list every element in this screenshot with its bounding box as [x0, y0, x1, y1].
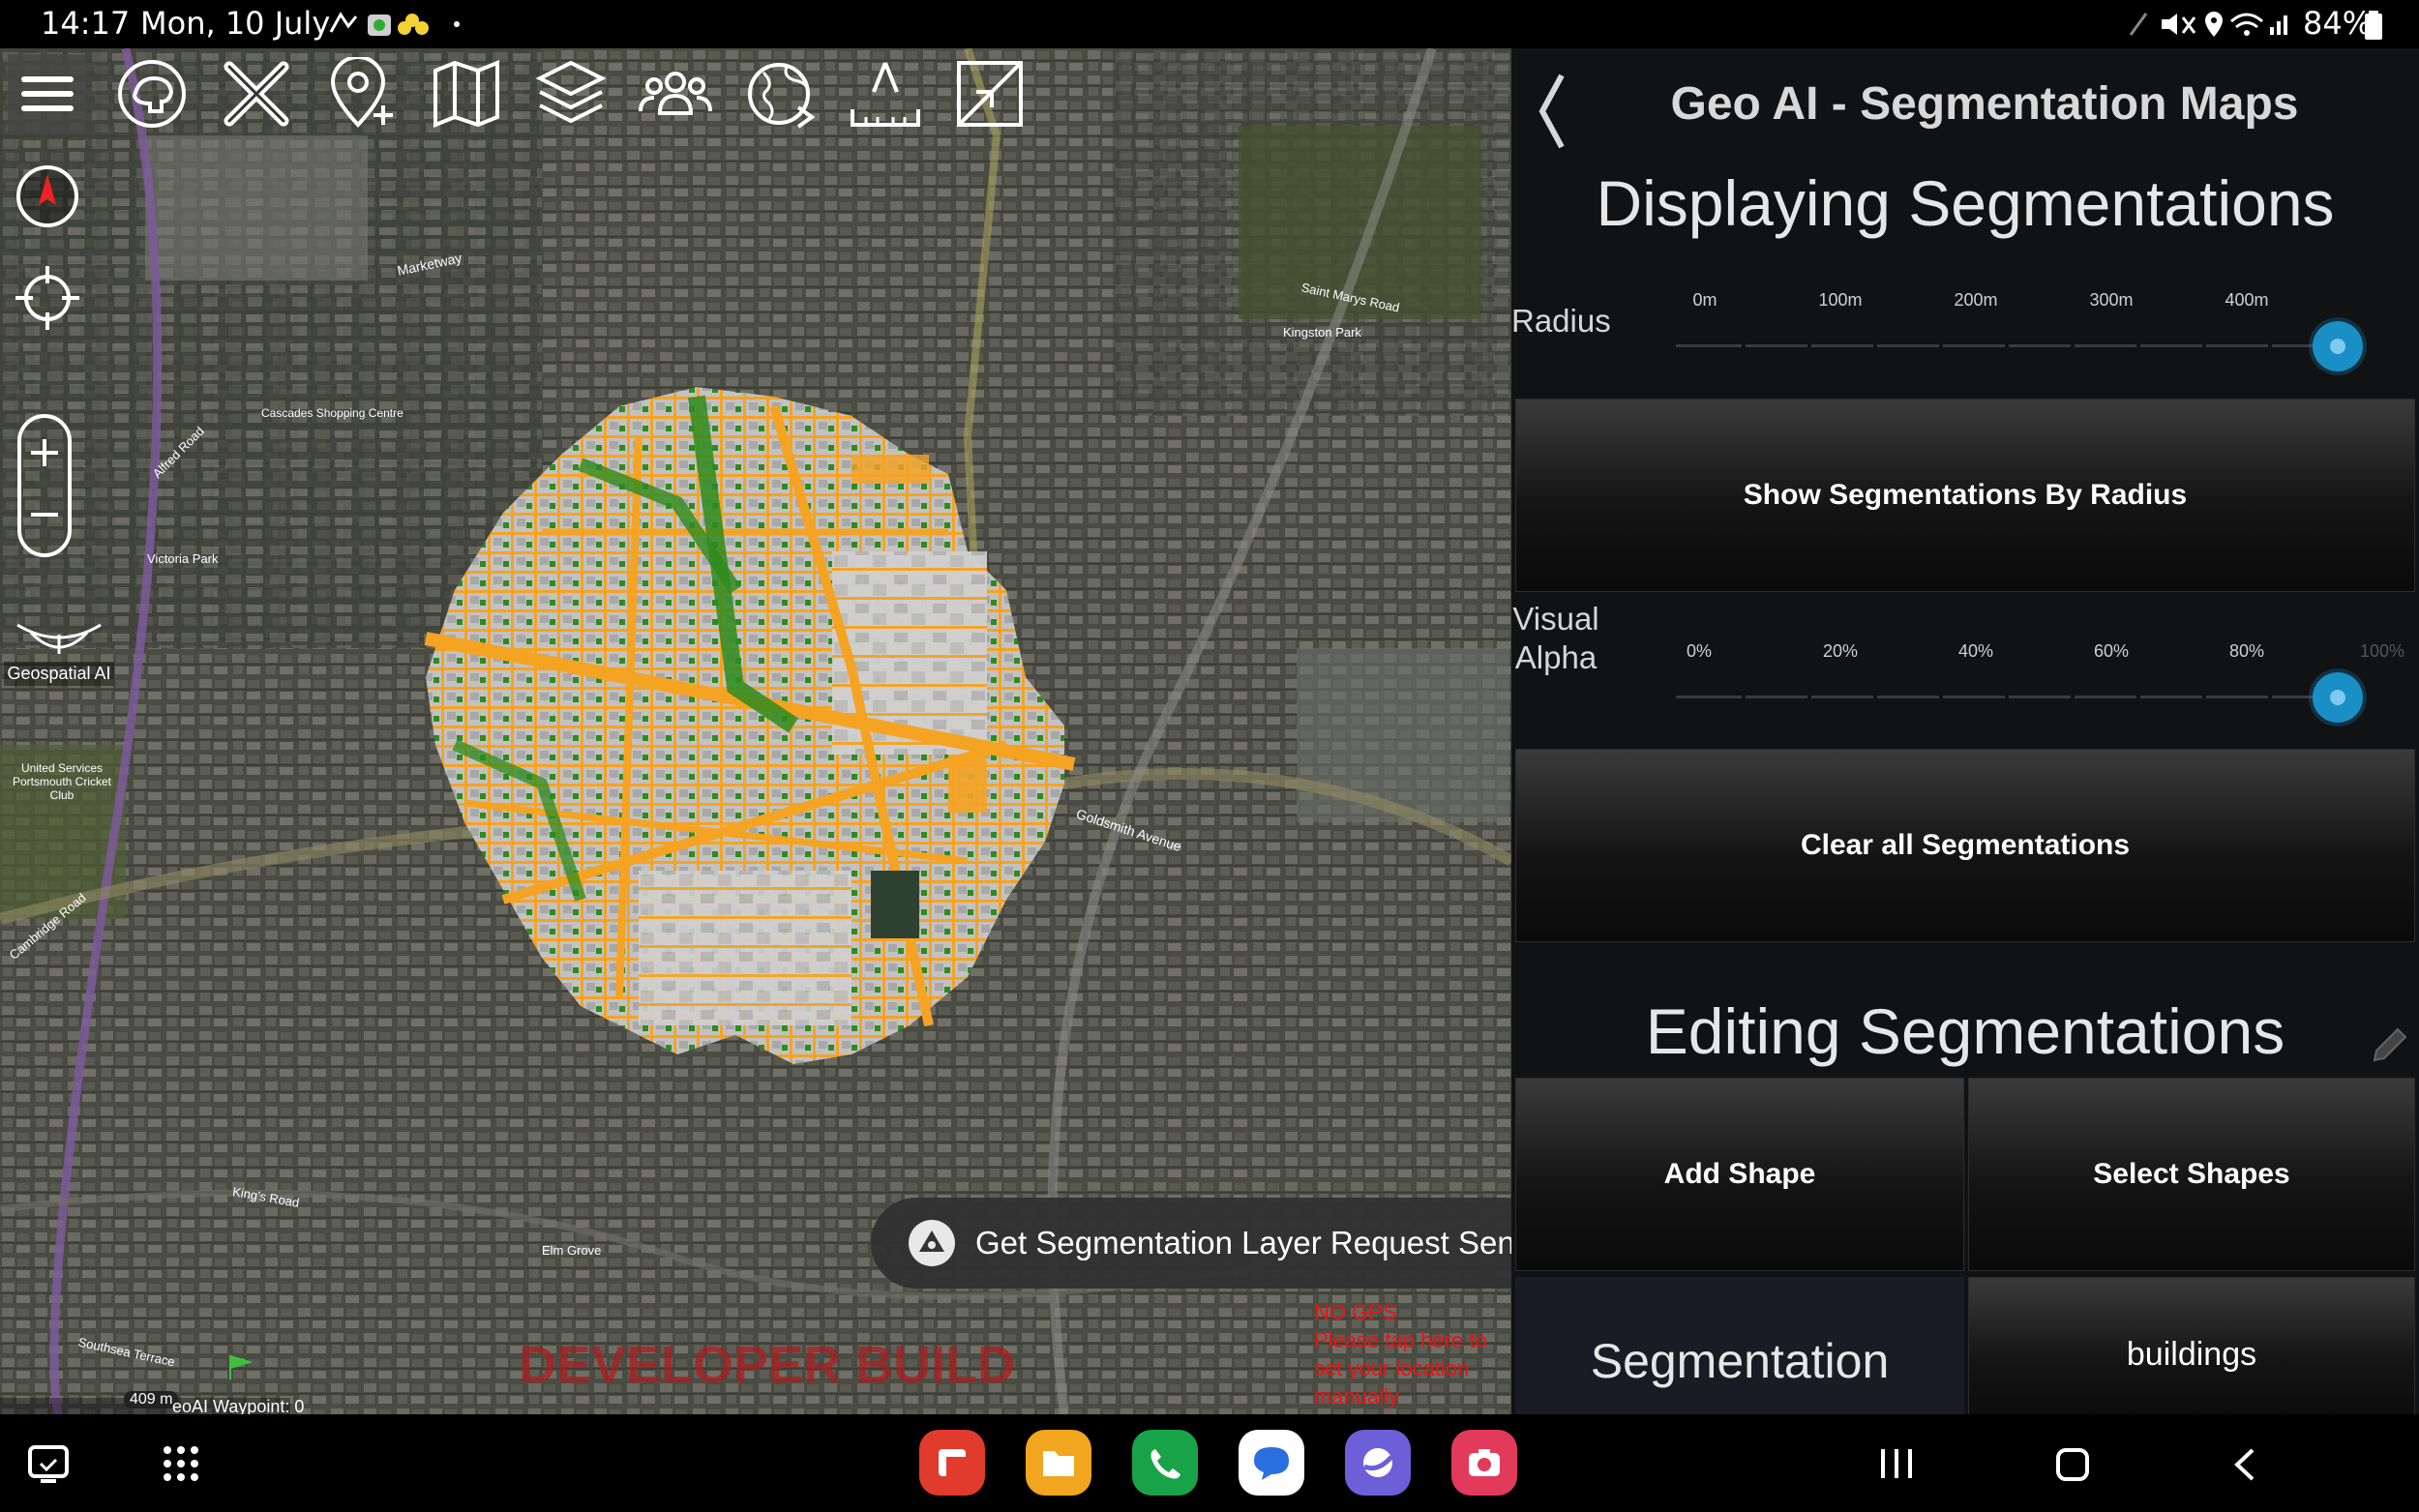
- alpha-slider[interactable]: 0% 20% 40% 60% 80% 100%: [1676, 641, 2419, 723]
- place-label: Cascades Shopping Centre: [261, 406, 403, 420]
- browser-app-icon[interactable]: [1345, 1430, 1411, 1496]
- clock: 14:17: [41, 5, 131, 42]
- camera-app-icon[interactable]: [1451, 1430, 1517, 1496]
- files-app-icon[interactable]: [1026, 1430, 1091, 1496]
- no-gps-line: Please tap here to: [1314, 1328, 1487, 1352]
- waypoint-label: eoAI Waypoint: 0: [172, 1397, 305, 1414]
- messages-app-icon[interactable]: [1239, 1430, 1304, 1496]
- alpha-tick: 40%: [1957, 641, 1994, 661]
- segmentation-class-dropdown[interactable]: buildings: [1968, 1277, 2415, 1414]
- battery-percent: 84%: [2303, 5, 2373, 42]
- notification-icons: [329, 12, 460, 36]
- place-label: United Services Portsmouth Cricket Club: [12, 761, 112, 802]
- no-gps-line: set your location: [1314, 1356, 1470, 1380]
- radius-tick: 300m: [2089, 290, 2134, 310]
- group-icon[interactable]: [636, 54, 715, 133]
- alpha-slider-thumb[interactable]: [2313, 672, 2363, 723]
- segmentation-class-label-box: Segmentation: [1515, 1277, 1964, 1414]
- app-toast-icon: [909, 1220, 955, 1266]
- segmentation-panel: Geo AI - Segmentation Maps Displaying Se…: [1511, 48, 2419, 1414]
- battery-icon: [2365, 11, 2382, 40]
- radius-tick: 100m: [1818, 290, 1863, 310]
- flipboard-app-icon[interactable]: [919, 1430, 985, 1496]
- add-shape-button[interactable]: Add Shape: [1515, 1078, 1964, 1271]
- ruler-icon[interactable]: [846, 54, 925, 133]
- place-label: Kingston Park: [1283, 325, 1361, 340]
- alpha-tick: 0%: [1686, 641, 1713, 661]
- zoom-in-icon[interactable]: [21, 418, 68, 486]
- date: Mon, 10 July: [140, 5, 331, 42]
- map-icon[interactable]: [427, 54, 506, 133]
- alpha-tick: 20%: [1822, 641, 1859, 661]
- alpha-tick: 60%: [2093, 641, 2130, 661]
- panel-header-title: Geo AI - Segmentation Maps: [1670, 78, 2299, 130]
- radius-slider[interactable]: 0m 100m 200m 300m 400m: [1676, 290, 2419, 371]
- radius-tick: 200m: [1954, 290, 1998, 310]
- zoom-out-icon[interactable]: [21, 488, 68, 555]
- recents-button-icon[interactable]: [1877, 1447, 1916, 1480]
- phone-app-icon[interactable]: [1132, 1430, 1198, 1496]
- select-shapes-button[interactable]: Select Shapes: [1968, 1078, 2415, 1271]
- flag-icon: [229, 1354, 254, 1379]
- segmentation-label: Segmentation: [1590, 1334, 1890, 1388]
- resize-icon[interactable]: [950, 54, 1030, 133]
- scale-label: 409 m: [124, 1391, 179, 1408]
- toast-text: Get Segmentation Layer Request Sent: [975, 1225, 1524, 1260]
- home-button-icon[interactable]: [2055, 1447, 2090, 1482]
- radius-label: Radius: [1511, 303, 1611, 339]
- alpha-tick: 80%: [2228, 641, 2265, 661]
- back-button-icon[interactable]: [2231, 1446, 2258, 1483]
- alpha-label-line1: Visual: [1512, 601, 1599, 637]
- compass-icon[interactable]: [14, 163, 81, 230]
- developer-build-watermark: DEVELOPER BUILD: [519, 1336, 1016, 1394]
- radius-slider-thumb[interactable]: [2313, 321, 2363, 371]
- clear-segmentations-button[interactable]: Clear all Segmentations: [1515, 749, 2415, 942]
- my-location-icon[interactable]: [14, 264, 81, 332]
- recent-apps-panel-icon[interactable]: [27, 1444, 70, 1483]
- brain-icon[interactable]: [112, 54, 192, 133]
- no-gps-line: manually: [1314, 1384, 1400, 1408]
- no-gps-notice[interactable]: NO GPS Please tap here to set your locat…: [1314, 1298, 1508, 1410]
- editing-section-title: Editing Segmentations: [1645, 995, 2285, 1067]
- radius-tick: 400m: [2225, 290, 2269, 310]
- alpha-label: Visual Alpha: [1511, 600, 1600, 677]
- alpha-label-line2: Alpha: [1514, 639, 1598, 675]
- system-status-icons: [2129, 12, 2287, 37]
- close-x-icon[interactable]: [217, 54, 296, 133]
- status-bar: 14:17 Mon, 10 July 84%: [0, 0, 2419, 48]
- toast: Get Segmentation Layer Request Sent: [871, 1198, 1550, 1289]
- displaying-section-title: Displaying Segmentations: [1596, 167, 2335, 239]
- pencil-icon[interactable]: [2369, 1023, 2411, 1066]
- menu-icon[interactable]: [8, 54, 87, 133]
- logo-label: Geospatial AI: [4, 662, 114, 686]
- no-gps-line: NO GPS: [1314, 1300, 1397, 1324]
- app-drawer-icon[interactable]: [163, 1445, 199, 1482]
- place-label: Elm Grove: [542, 1243, 602, 1258]
- geospatial-ai-logo: Geospatial AI: [4, 611, 114, 708]
- show-segmentations-button[interactable]: Show Segmentations By Radius: [1515, 399, 2415, 592]
- zoom-control: [17, 414, 72, 557]
- layers-icon[interactable]: [531, 54, 611, 133]
- alpha-tick: 100%: [2359, 641, 2405, 661]
- globe-icon[interactable]: [741, 54, 821, 133]
- radius-tick: 0m: [1692, 290, 1717, 310]
- place-label: Victoria Park: [147, 551, 219, 566]
- add-place-icon[interactable]: [322, 54, 402, 133]
